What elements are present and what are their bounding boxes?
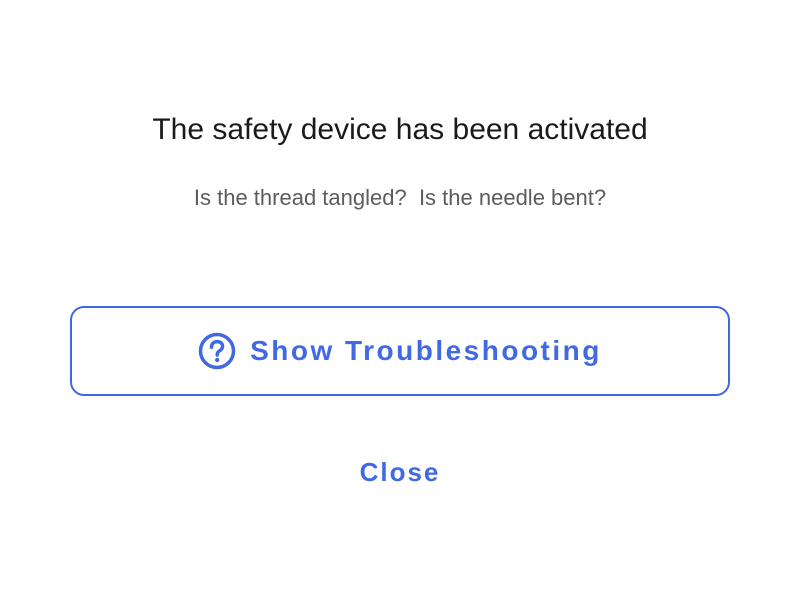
show-troubleshooting-button[interactable]: Show Troubleshooting — [70, 306, 730, 396]
question-circle-icon — [198, 332, 236, 370]
close-button[interactable]: Close — [340, 452, 460, 492]
dialog-title: The safety device has been activated — [152, 113, 648, 146]
dialog-message: Is the thread tangled? Is the needle ben… — [193, 185, 607, 210]
show-troubleshooting-label: Show Troubleshooting — [250, 335, 602, 366]
safety-alert-dialog: The safety device has been activated Is … — [0, 0, 800, 600]
